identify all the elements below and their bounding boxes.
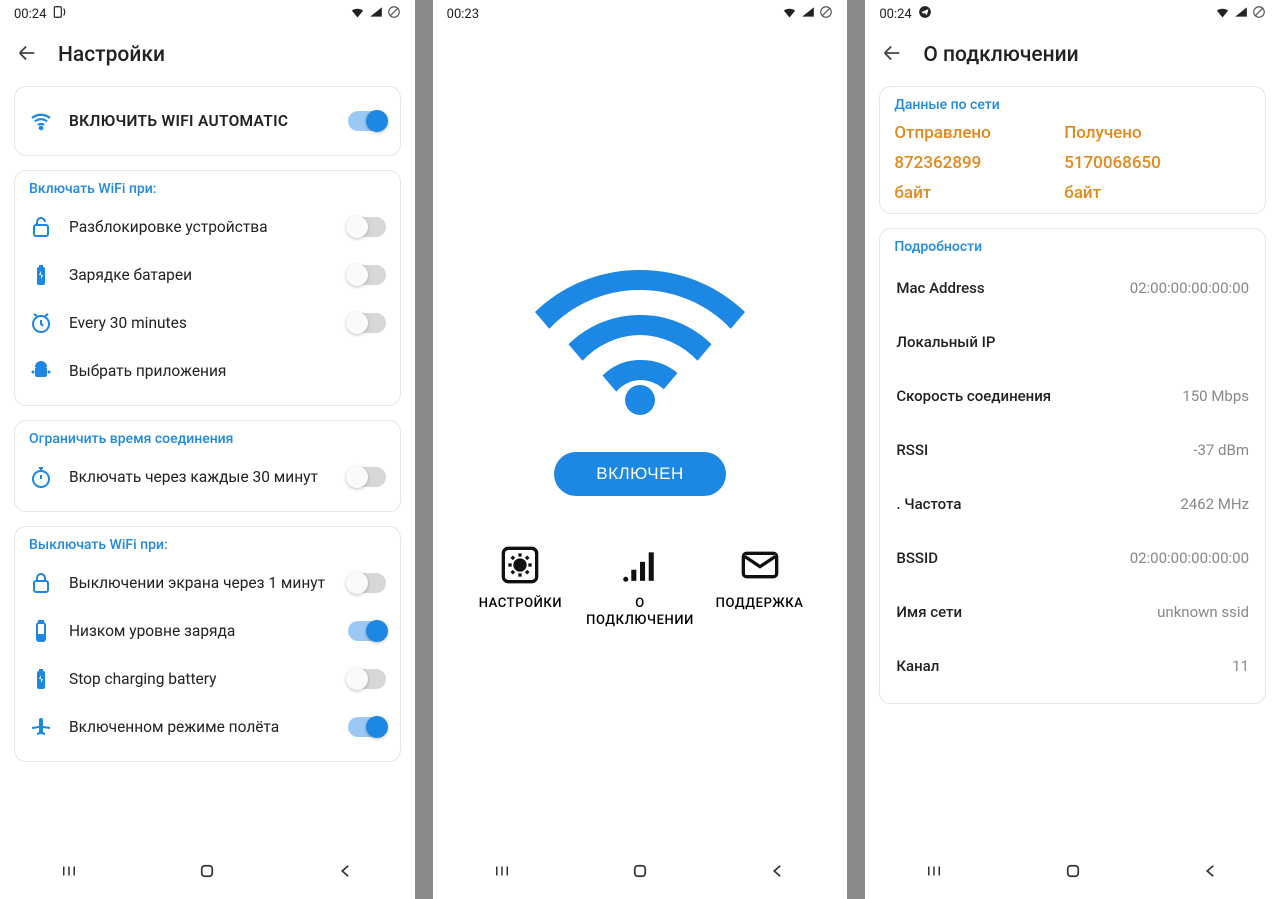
limit-card: Ограничить время соединения Включать чер… <box>14 420 401 512</box>
lock-icon <box>29 571 53 595</box>
navbar <box>865 847 1280 899</box>
screen-home: 00:23 ВКЛЮЧЕН НАСТРОЙКИ <box>433 0 848 899</box>
row-label: Низком уровне заряда <box>69 622 332 640</box>
appbar: О подключении <box>865 28 1280 86</box>
status-time: 00:23 <box>447 7 479 22</box>
wifi-signal-icon <box>782 5 797 24</box>
android-icon <box>29 359 53 383</box>
enable-card: ВКЛЮЧИТЬ WIFI AUTOMATIC <box>14 86 401 156</box>
nfc-icon <box>52 5 66 23</box>
wifi-large-icon <box>515 245 765 424</box>
status-time: 00:24 <box>879 7 911 22</box>
nodata-icon <box>387 5 401 23</box>
cell-signal-icon <box>369 5 383 23</box>
back-icon[interactable] <box>881 42 903 68</box>
section-title-on: Включать WiFi при: <box>29 181 386 197</box>
screen-about: 00:24 О подключении Данные по сети Отпра… <box>865 0 1280 899</box>
nav-recents-icon[interactable] <box>58 862 80 884</box>
stopwatch-icon <box>29 465 53 489</box>
toggle-unlock[interactable] <box>348 217 386 237</box>
turn-off-card: Выключать WiFi при: Выключении экрана че… <box>14 526 401 762</box>
turn-on-card: Включать WiFi при: Разблокировке устройс… <box>14 170 401 406</box>
row-label: Включенном режиме полёта <box>69 718 332 736</box>
row-label: Зарядке батареи <box>69 266 332 284</box>
btn-about-connection[interactable]: О ПОДКЛЮЧЕНИИ <box>580 544 700 630</box>
wifi-icon <box>29 109 53 133</box>
recv-unit: байт <box>1064 183 1251 203</box>
row-label: Выбрать приложения <box>69 362 386 380</box>
recv-value: 5170068650 <box>1064 153 1251 173</box>
status-pill[interactable]: ВКЛЮЧЕН <box>554 452 725 496</box>
nav-home-icon[interactable] <box>196 862 218 884</box>
telegram-icon <box>918 5 932 23</box>
sent-value: 872362899 <box>894 153 1064 173</box>
nav-recents-icon[interactable] <box>491 862 513 884</box>
toggle-interval-on[interactable] <box>348 313 386 333</box>
mail-icon <box>739 544 781 586</box>
page-title: Настройки <box>58 43 165 67</box>
btn-settings[interactable]: НАСТРОЙКИ <box>461 544 581 630</box>
row-label: Включать через каждые 30 минут <box>69 468 332 486</box>
nodata-icon <box>1252 5 1266 23</box>
wifi-signal-icon <box>350 5 365 24</box>
toggle-airplane[interactable] <box>348 717 386 737</box>
statusbar: 00:23 <box>433 0 848 28</box>
toggle-charging[interactable] <box>348 265 386 285</box>
details-card: Подробности Mac Address02:00:00:00:00:00… <box>879 228 1266 704</box>
nav-home-icon[interactable] <box>629 862 651 884</box>
nav-back-icon[interactable] <box>767 862 789 884</box>
btn-support[interactable]: ПОДДЕРЖКА <box>700 544 820 630</box>
sent-unit: байт <box>894 183 1064 203</box>
row-label: Stop charging battery <box>69 670 332 688</box>
row-label: Every 30 minutes <box>69 314 332 332</box>
network-data-card: Данные по сети Отправлено Получено 87236… <box>879 86 1266 214</box>
row-label: Выключении экрана через 1 минут <box>69 574 332 592</box>
battery-low-icon <box>29 619 53 643</box>
row-label: Разблокировке устройства <box>69 218 332 236</box>
battery-charge-icon <box>29 263 53 287</box>
navbar <box>433 847 848 899</box>
section-title-details: Подробности <box>894 239 1251 255</box>
statusbar: 00:24 <box>0 0 415 28</box>
nav-recents-icon[interactable] <box>923 862 945 884</box>
battery-charge-icon <box>29 667 53 691</box>
section-title-net: Данные по сети <box>894 97 1251 113</box>
toggle-screenoff[interactable] <box>348 573 386 593</box>
section-title-off: Выключать WiFi при: <box>29 537 386 553</box>
appbar: Настройки <box>0 28 415 86</box>
airplane-icon <box>29 715 53 739</box>
nav-back-icon[interactable] <box>1200 862 1222 884</box>
nav-back-icon[interactable] <box>335 862 357 884</box>
gear-box-icon <box>499 544 541 586</box>
back-icon[interactable] <box>16 42 38 68</box>
status-time: 00:24 <box>14 7 46 22</box>
toggle-enable[interactable] <box>348 111 386 131</box>
nodata-icon <box>819 5 833 23</box>
sent-label: Отправлено <box>894 123 1064 143</box>
screen-settings: 00:24 Настройки ВКЛЮЧИТЬ WIFI AUTOMATIC <box>0 0 415 899</box>
nav-home-icon[interactable] <box>1062 862 1084 884</box>
statusbar: 00:24 <box>865 0 1280 28</box>
cell-signal-icon <box>1234 5 1248 23</box>
toggle-lowbatt[interactable] <box>348 621 386 641</box>
unlock-icon <box>29 215 53 239</box>
toggle-stopcharge[interactable] <box>348 669 386 689</box>
clock-icon <box>29 311 53 335</box>
wifi-signal-icon <box>1215 5 1230 24</box>
cell-signal-icon <box>801 5 815 23</box>
toggle-limit[interactable] <box>348 467 386 487</box>
recv-label: Получено <box>1064 123 1251 143</box>
signal-bars-icon <box>619 544 661 586</box>
enable-label: ВКЛЮЧИТЬ WIFI AUTOMATIC <box>69 112 332 130</box>
choose-apps-row[interactable]: Выбрать приложения <box>29 347 386 395</box>
section-title-limit: Ограничить время соединения <box>29 431 386 447</box>
navbar <box>0 847 415 899</box>
page-title: О подключении <box>923 43 1078 67</box>
